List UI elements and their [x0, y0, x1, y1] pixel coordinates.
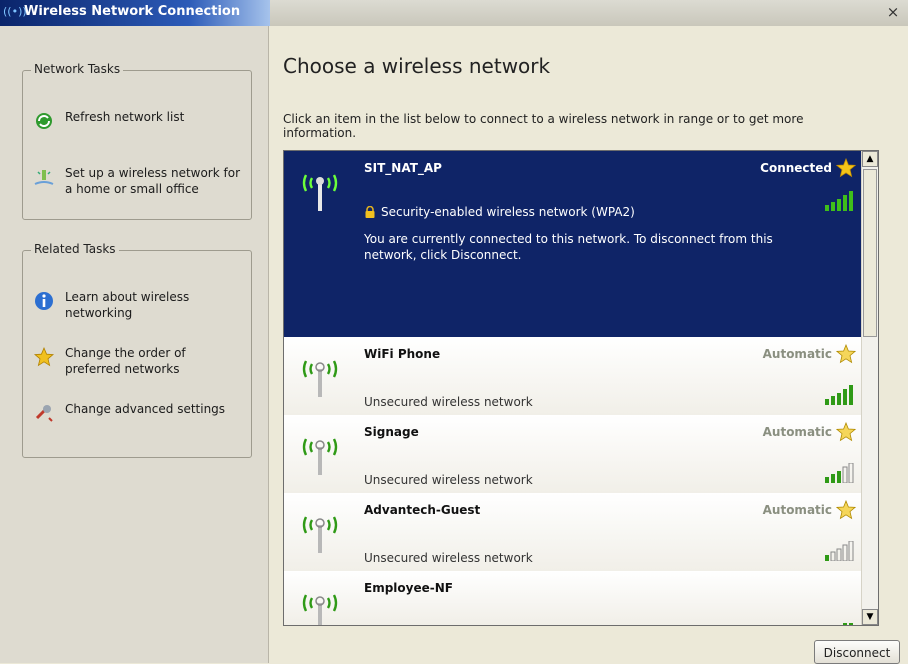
wireless-setup-icon — [34, 170, 54, 185]
antenna-icon — [302, 594, 338, 625]
star-icon — [836, 344, 856, 364]
task-setup-wireless[interactable]: Set up a wireless network for a home or … — [33, 165, 243, 199]
signal-strength-icon — [825, 541, 854, 561]
task-label: Learn about wireless networking — [65, 290, 190, 320]
network-item-wifi-phone[interactable]: WiFi Phone Automatic Unsecured wireless … — [284, 337, 862, 416]
antenna-icon — [302, 516, 338, 553]
antenna-icon — [302, 174, 338, 211]
network-item-advantech-guest[interactable]: Advantech-Guest Automatic Unsecured wire… — [284, 493, 862, 572]
task-pane: Network Tasks Refresh network list Set u… — [0, 26, 269, 663]
main-pane: Choose a wireless network Click an item … — [269, 26, 908, 664]
page-description: Click an item in the list below to conne… — [283, 112, 804, 140]
network-tasks-title: Network Tasks — [31, 62, 124, 76]
star-icon — [33, 346, 55, 367]
star-icon — [836, 422, 856, 442]
network-tasks-group: Network Tasks Refresh network list Set u… — [22, 62, 252, 220]
signal-strength-icon — [825, 463, 854, 483]
info-icon — [35, 292, 53, 310]
window-title: Wireless Network Connection — [24, 4, 241, 19]
scroll-thumb[interactable] — [863, 169, 877, 337]
signal-strength-icon — [843, 623, 853, 625]
antenna-icon — [302, 438, 338, 475]
network-status: Automatic — [762, 425, 832, 439]
scroll-down-button[interactable]: ▼ — [862, 609, 878, 625]
title-bar: ((•)) Wireless Network Connection × — [0, 0, 908, 27]
network-security-text: Security-enabled wireless network (WPA2) — [381, 205, 635, 219]
network-list[interactable]: SIT_NAT_AP Connected Security-enabled wi… — [283, 150, 879, 626]
task-label: Change advanced settings — [65, 402, 226, 416]
refresh-icon — [36, 113, 52, 129]
task-change-order[interactable]: Change the order of preferred networks — [33, 345, 243, 379]
network-security: Security-enabled wireless network (WPA2) — [364, 205, 635, 219]
network-name: Signage — [364, 425, 419, 439]
network-name: SIT_NAT_AP — [364, 161, 442, 175]
task-label: Set up a wireless network for a home or … — [65, 166, 241, 196]
signal-strength-icon — [825, 385, 853, 405]
network-list-scrollbar[interactable]: ▲ ▼ — [861, 151, 878, 625]
disconnect-button[interactable]: Disconnect — [814, 640, 900, 664]
related-tasks-title: Related Tasks — [31, 242, 119, 256]
network-security: Unsecured wireless network — [364, 395, 533, 409]
antenna-icon — [302, 360, 338, 397]
connection-info: You are currently connected to this netw… — [364, 232, 773, 262]
task-label: Refresh network list — [65, 110, 185, 124]
star-icon — [836, 500, 856, 520]
network-item-signage[interactable]: Signage Automatic Unsecured wireless net… — [284, 415, 862, 494]
network-security: Unsecured wireless network — [364, 551, 533, 565]
signal-strength-icon — [825, 191, 853, 211]
network-status: Automatic — [762, 503, 832, 517]
close-button[interactable]: × — [884, 3, 902, 21]
network-name: Employee-NF — [364, 581, 453, 595]
page-title: Choose a wireless network — [283, 54, 551, 78]
wireless-icon: ((•)) — [3, 5, 27, 18]
network-item-employee-nf[interactable]: Employee-NF — [284, 571, 862, 625]
network-name: Advantech-Guest — [364, 503, 481, 517]
task-advanced-settings[interactable]: Change advanced settings — [33, 401, 243, 435]
related-tasks-group: Related Tasks Learn about wireless netwo… — [22, 242, 252, 458]
settings-icon — [35, 405, 53, 422]
task-refresh-network-list[interactable]: Refresh network list — [33, 109, 243, 131]
lock-icon — [365, 206, 375, 218]
scroll-up-button[interactable]: ▲ — [862, 151, 878, 167]
task-learn-wireless[interactable]: Learn about wireless networking — [33, 289, 243, 323]
network-item-sit-nat-ap[interactable]: SIT_NAT_AP Connected Security-enabled wi… — [284, 151, 862, 337]
network-status: Connected — [760, 161, 832, 175]
network-name: WiFi Phone — [364, 347, 441, 361]
preferred-star-icon — [836, 158, 856, 178]
network-security: Unsecured wireless network — [364, 473, 533, 487]
network-status: Automatic — [762, 347, 832, 361]
task-label: Change the order of preferred networks — [65, 346, 186, 376]
